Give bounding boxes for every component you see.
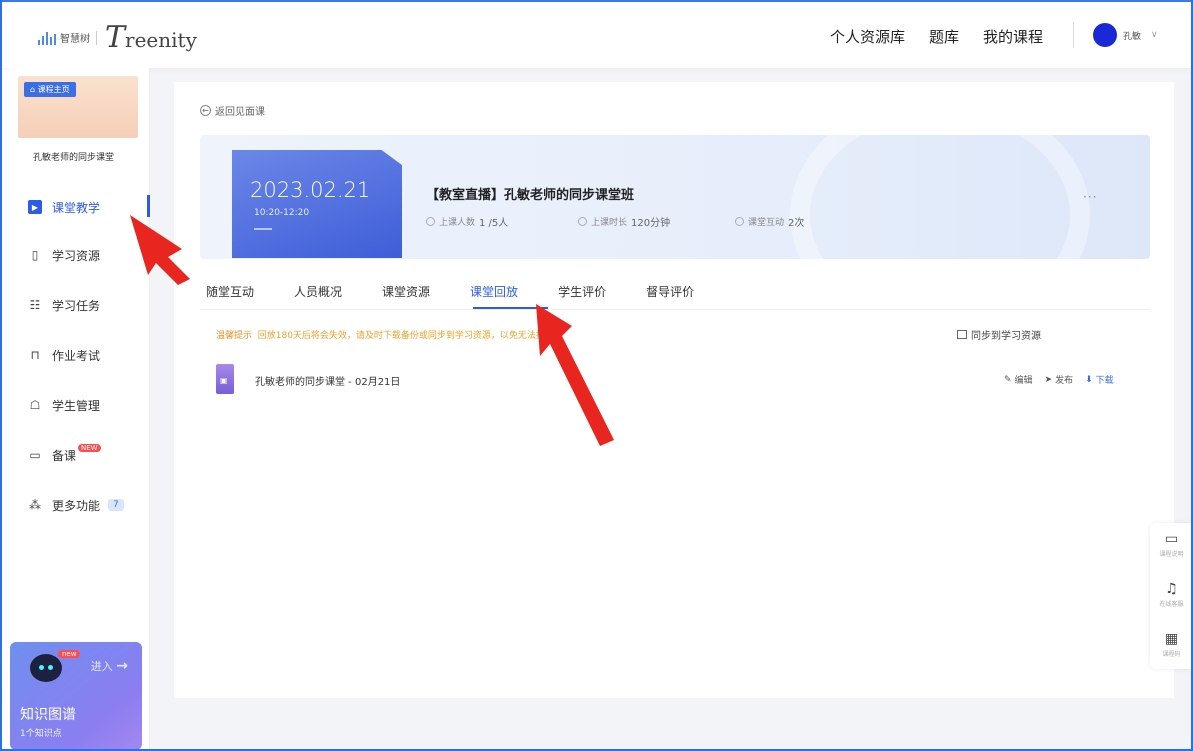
student-management-icon: ☖ <box>29 398 41 412</box>
notice-text: 回放180天后将会失效，请及时下载备份或同步到学习资源，以免无法找回 <box>257 331 554 341</box>
sidebar-item-label: 学生管理 <box>52 398 101 413</box>
learning-task-icon: ☷ <box>29 298 41 312</box>
back-arrow-icon: ← <box>200 105 211 116</box>
book-icon: ▭ <box>1164 531 1179 547</box>
new-badge: NEW <box>78 444 101 452</box>
send-icon: ➤ <box>1044 374 1053 385</box>
interaction-value: 2次 <box>788 218 805 229</box>
logo[interactable]: 智慧树 Treenity <box>38 20 197 55</box>
lesson-prep-icon: ▭ <box>29 448 41 462</box>
duration-meta: 上课时长 120分钟 <box>578 214 670 229</box>
sidebar-item-homework-exam[interactable]: ⊓ 作业考试 <box>10 340 150 370</box>
sidebar-item-label: 备课 <box>52 448 77 463</box>
qrcode-icon: ▦ <box>1164 631 1179 647</box>
logo-cn-text: 智慧树 <box>60 34 90 45</box>
logo-brand: Treenity <box>105 20 197 55</box>
video-file-icon <box>216 364 234 394</box>
sidebar-item-classroom-teaching[interactable]: ▶ 课堂教学 <box>10 192 150 222</box>
active-tab-underline <box>473 307 548 309</box>
duration-value: 120分钟 <box>631 218 671 229</box>
customer-service-tool[interactable]: ♫ 在线客服 <box>1150 573 1193 619</box>
date-card <box>232 150 402 258</box>
sync-to-resources-button[interactable]: 同步到学习资源 <box>957 327 1041 342</box>
avatar[interactable] <box>1093 23 1117 47</box>
sidebar-item-label: 作业考试 <box>52 348 101 363</box>
person-icon <box>426 217 435 226</box>
back-link[interactable]: ← 返回见面课 <box>200 103 265 118</box>
attendance-value: 1 /5人 <box>479 218 509 229</box>
sidebar-item-learning-resource[interactable]: ▯ 学习资源 <box>10 240 150 270</box>
sidebar-active-indicator <box>147 195 150 217</box>
kg-title: 知识图谱 <box>20 707 76 723</box>
tab-student-evaluation[interactable]: 学生评价 <box>558 283 606 300</box>
top-nav: 个人资源库 题库 我的课程 <box>830 26 1043 47</box>
sidebar-item-learning-task[interactable]: ☷ 学习任务 <box>10 290 150 320</box>
more-options-icon[interactable]: ··· <box>1083 190 1097 204</box>
course-info-tool[interactable]: ▭ 课程说明 <box>1150 523 1193 569</box>
sidebar-item-more-functions[interactable]: ⁂ 更多功能 7 <box>10 490 150 520</box>
robot-icon <box>30 654 62 682</box>
sidebar-item-label: 学习任务 <box>52 298 101 313</box>
knowledge-graph-card[interactable]: new 进入 → 知识图谱 1个知识点 <box>10 642 142 750</box>
nav-personal-library[interactable]: 个人资源库 <box>830 26 905 47</box>
download-button[interactable]: ⬇ 下载 <box>1085 373 1114 387</box>
course-thumbnail[interactable]: ⌂ 课程主页 <box>18 76 138 138</box>
top-header: 智慧树 Treenity 个人资源库 题库 我的课程 孔敏 ∨ <box>0 0 1193 68</box>
sidebar-item-label: 课堂教学 <box>52 200 101 215</box>
tab-supervisor-evaluation[interactable]: 督导评价 <box>646 283 694 300</box>
more-functions-icon: ⁂ <box>29 498 41 512</box>
tab-class-resources[interactable]: 课堂资源 <box>382 283 430 300</box>
floating-toolbar: ▭ 课程说明 ♫ 在线客服 ▦ 课程码 <box>1150 523 1193 669</box>
user-menu[interactable]: 孔敏 ∨ <box>1093 23 1158 47</box>
lesson-time: 10:20-12:20 <box>254 208 310 218</box>
publish-button[interactable]: ➤ 发布 <box>1044 373 1074 387</box>
sidebar-item-label: 更多功能 <box>52 498 101 513</box>
headset-icon: ♫ <box>1165 581 1178 597</box>
sidebar-item-student-management[interactable]: ☖ 学生管理 <box>10 390 150 420</box>
logo-separator <box>96 30 97 45</box>
tabs-divider <box>200 309 1150 310</box>
arrow-right-icon: → <box>116 658 128 674</box>
tab-class-replay[interactable]: 课堂回放 <box>470 283 518 300</box>
nav-divider <box>1073 22 1074 48</box>
replay-file-name[interactable]: 孔敏老师的同步课堂 - 02月21日 <box>255 373 400 388</box>
kg-enter-link[interactable]: 进入 → <box>91 658 128 674</box>
learning-resource-icon: ▯ <box>31 248 39 262</box>
file-actions: ✎ 编辑 ➤ 发布 ⬇ 下载 <box>1004 373 1114 387</box>
tab-in-class-interaction[interactable]: 随堂互动 <box>206 283 254 300</box>
lesson-title: 【教室直播】孔敏老师的同步课堂班 <box>426 188 635 203</box>
clock-icon <box>578 217 587 226</box>
lesson-tabs: 随堂互动 人员概况 课堂资源 课堂回放 学生评价 督导评价 <box>206 283 694 300</box>
classroom-teaching-icon: ▶ <box>28 200 42 214</box>
notice-prefix: 温馨提示 <box>216 331 253 341</box>
back-label: 返回见面课 <box>215 107 265 118</box>
sidebar-item-label: 学习资源 <box>52 248 101 263</box>
homework-exam-icon: ⊓ <box>30 348 40 362</box>
attendance-meta: 上课人数 1 /5人 <box>426 214 508 229</box>
kg-new-badge: new <box>58 650 81 658</box>
course-home-tag[interactable]: ⌂ 课程主页 <box>24 82 76 97</box>
sync-icon <box>957 330 967 339</box>
user-name: 孔敏 <box>1123 31 1142 42</box>
download-icon: ⬇ <box>1085 374 1093 385</box>
replay-notice: 温馨提示 回放180天后将会失效，请及时下载备份或同步到学习资源，以免无法找回 <box>216 328 554 341</box>
kg-subtitle: 1个知识点 <box>20 729 62 739</box>
date-decor-bar <box>254 228 272 230</box>
edit-button[interactable]: ✎ 编辑 <box>1004 373 1033 387</box>
course-code-tool[interactable]: ▦ 课程码 <box>1150 623 1193 669</box>
tab-personnel-overview[interactable]: 人员概况 <box>294 283 342 300</box>
nav-my-courses[interactable]: 我的课程 <box>983 26 1043 47</box>
edit-icon: ✎ <box>1004 374 1012 385</box>
interaction-icon <box>735 217 744 226</box>
course-title: 孔敏老师的同步课堂 <box>33 153 115 163</box>
chevron-down-icon[interactable]: ∨ <box>1151 30 1158 40</box>
lesson-date: 2023.02.21 <box>250 178 371 202</box>
interaction-meta: 课堂互动 2次 <box>735 214 804 229</box>
sidebar-item-lesson-prep[interactable]: ▭ 备课 NEW <box>10 440 150 470</box>
logo-bars-icon <box>38 31 56 45</box>
nav-question-bank[interactable]: 题库 <box>929 26 959 47</box>
count-badge: 7 <box>108 499 124 511</box>
